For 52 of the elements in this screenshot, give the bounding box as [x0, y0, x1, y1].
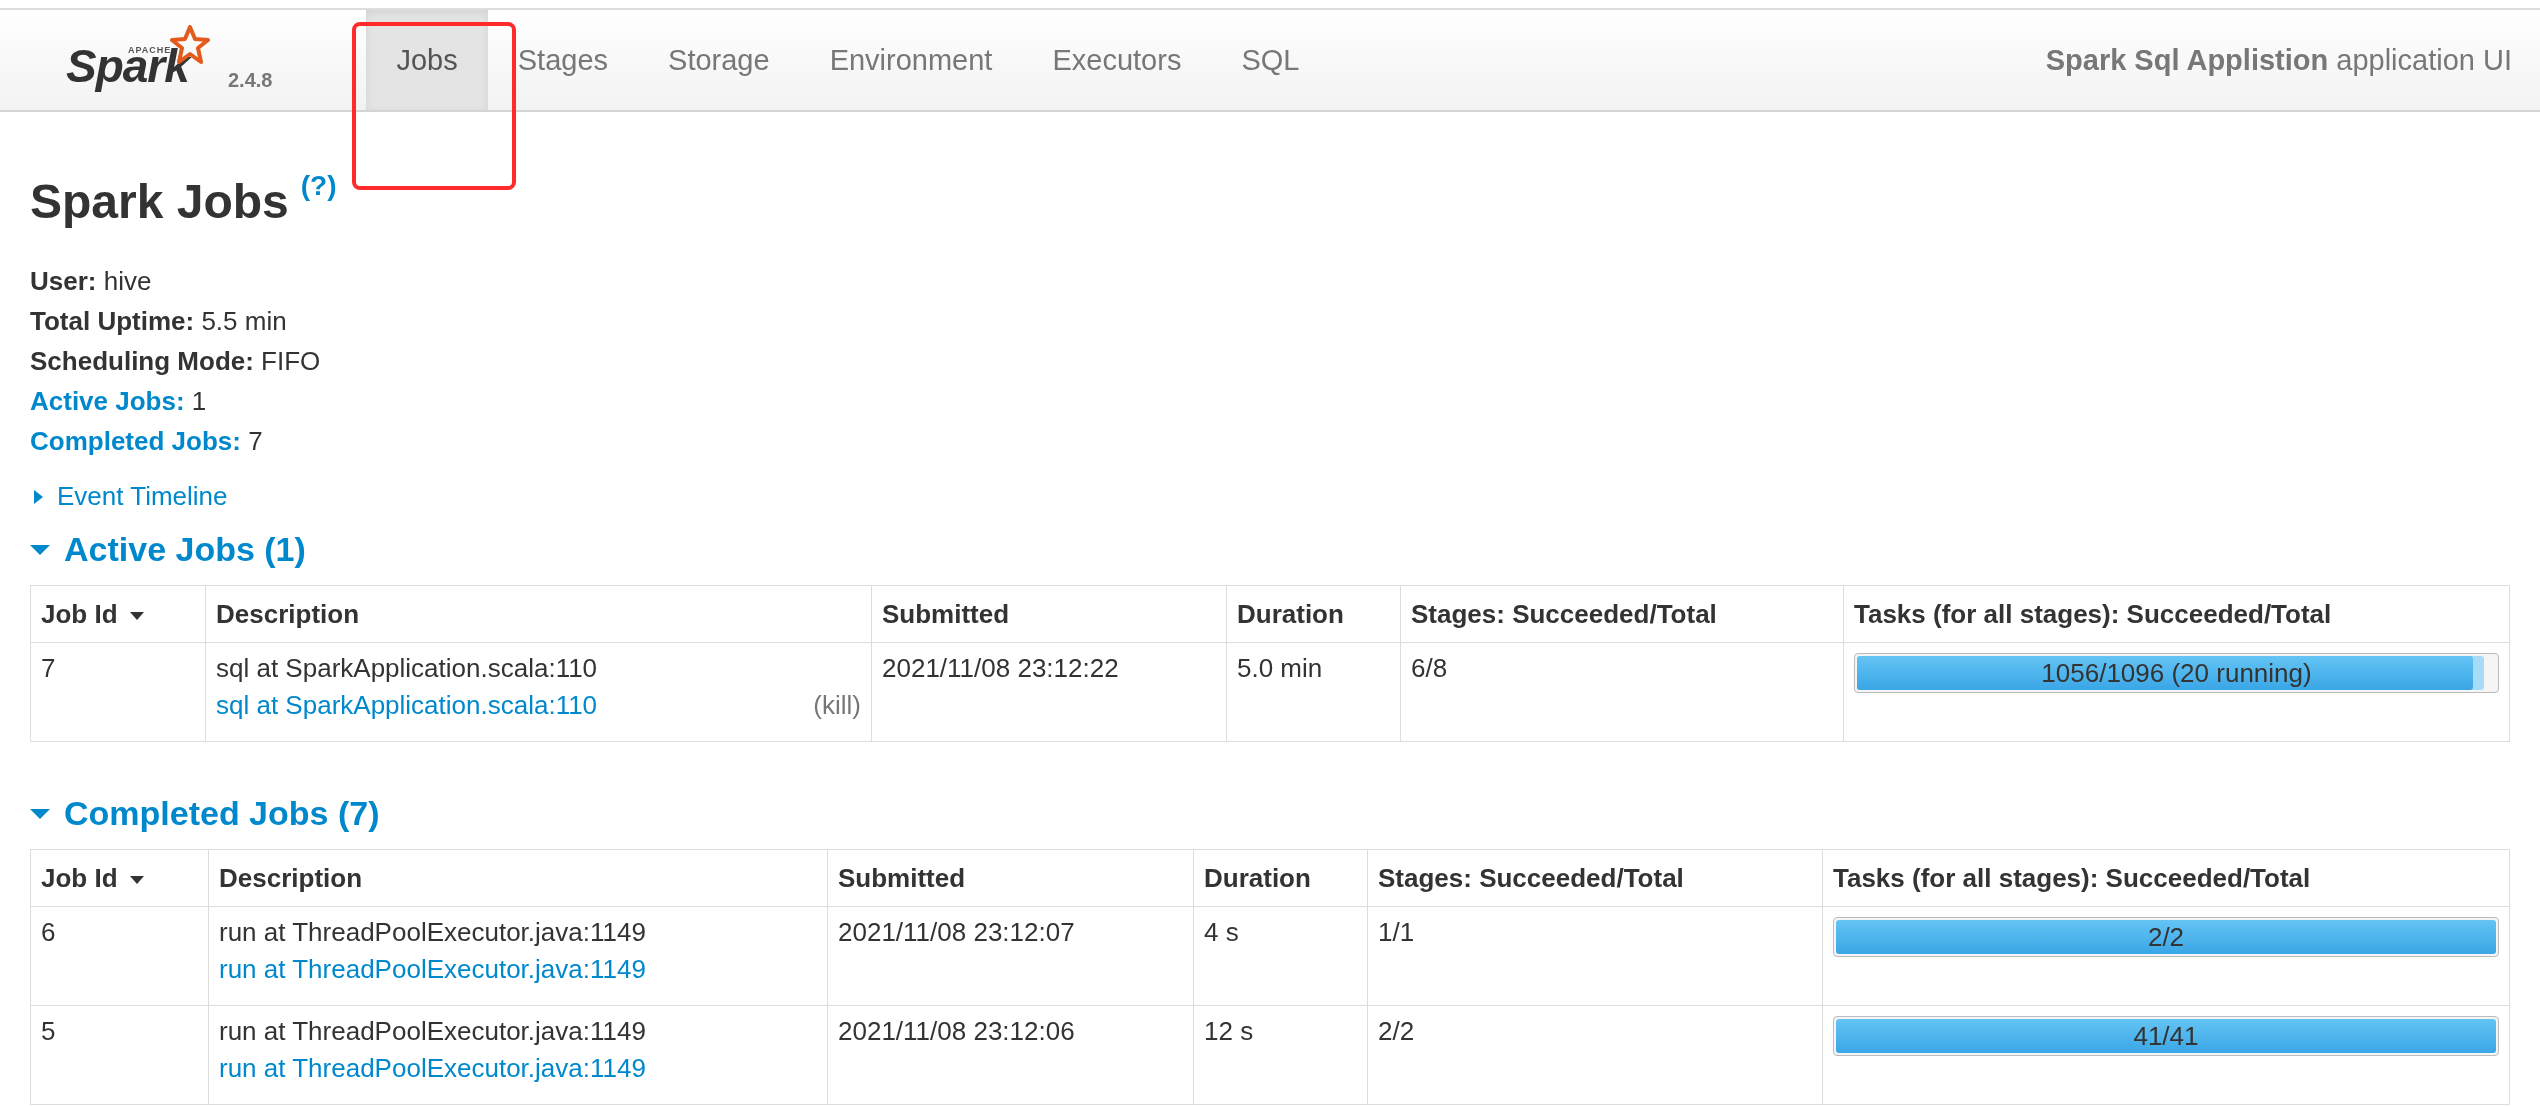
column-header[interactable]: Submitted [871, 585, 1227, 643]
column-header[interactable]: Stages: Succeeded/Total [1400, 585, 1844, 643]
column-header[interactable]: Description [208, 849, 828, 907]
nav-tab[interactable]: Environment [799, 10, 1023, 110]
table-cell-text: run at ThreadPoolExecutor.java:1149 [219, 1016, 647, 1047]
job-link[interactable]: run at ThreadPoolExecutor.java:1149 [219, 1053, 646, 1084]
section-header[interactable]: Completed Jobs (7) [30, 794, 2510, 833]
job-link[interactable]: run at ThreadPoolExecutor.java:1149 [219, 954, 646, 985]
table-cell: 2021/11/08 23:12:07 [827, 906, 1194, 1006]
event-timeline-toggle[interactable]: Event Timeline [30, 481, 2510, 512]
job-link[interactable]: sql at SparkApplication.scala:110 [216, 690, 598, 721]
progress-label: 2/2 [2146, 921, 2186, 954]
table-cell: 6 [30, 906, 209, 1006]
help-link[interactable]: (?) [300, 170, 337, 202]
table-cell: 2021/11/08 23:12:06 [827, 1005, 1194, 1105]
table-cell: 2/2 [1367, 1005, 1823, 1105]
column-header[interactable]: Job Id [30, 849, 209, 907]
summary-line: Active Jobs: 1 [30, 385, 208, 418]
section-header[interactable]: Active Jobs (1) [30, 530, 2510, 569]
column-header[interactable]: Stages: Succeeded/Total [1367, 849, 1823, 907]
progress-label: 1056/1096 (20 running) [2040, 657, 2313, 690]
summary-line: Scheduling Mode: FIFO [30, 345, 322, 378]
progress-label: 41/41 [2132, 1020, 2200, 1053]
column-header[interactable]: Description [205, 585, 872, 643]
column-header[interactable]: Tasks (for all stages): Succeeded/Total [1822, 849, 2510, 907]
nav-tab[interactable]: Executors [1022, 10, 1212, 110]
version-label: 2.4.8 [228, 68, 273, 92]
column-header[interactable]: Submitted [827, 849, 1194, 907]
table-cell: 4 s [1193, 906, 1368, 1006]
table-cell: 5 [30, 1005, 209, 1105]
column-header[interactable]: Duration [1226, 585, 1401, 643]
summary-line: User: hive [30, 265, 153, 298]
nav-tab[interactable]: SQL [1211, 10, 1330, 110]
nav-tab[interactable]: Jobs [366, 10, 488, 110]
column-header[interactable]: Tasks (for all stages): Succeeded/Total [1843, 585, 2510, 643]
table-cell: 12 s [1193, 1005, 1368, 1105]
table-cell-text: sql at SparkApplication.scala:110 [216, 653, 599, 684]
table-cell: 5.0 min [1226, 642, 1401, 742]
column-header[interactable]: Job Id [30, 585, 206, 643]
table-cell-text: run at ThreadPoolExecutor.java:1149 [219, 917, 647, 948]
table-cell: 2021/11/08 23:12:22 [871, 642, 1227, 742]
nav-tab[interactable]: Storage [638, 10, 800, 110]
app-name: Spark Sql Applistion application UI [2045, 43, 2512, 77]
kill-link[interactable]: (kill) [813, 690, 861, 721]
summary-line: Total Uptime: 5.5 min [30, 305, 288, 338]
table-cell: 6/8 [1400, 642, 1844, 742]
table-cell: 1/1 [1367, 906, 1823, 1006]
summary-line: Completed Jobs: 7 [30, 425, 264, 458]
column-header[interactable]: Duration [1193, 849, 1368, 907]
table-cell: 7 [30, 642, 206, 742]
nav-tab[interactable]: Stages [487, 10, 639, 110]
page-title: Spark Jobs [30, 174, 289, 229]
